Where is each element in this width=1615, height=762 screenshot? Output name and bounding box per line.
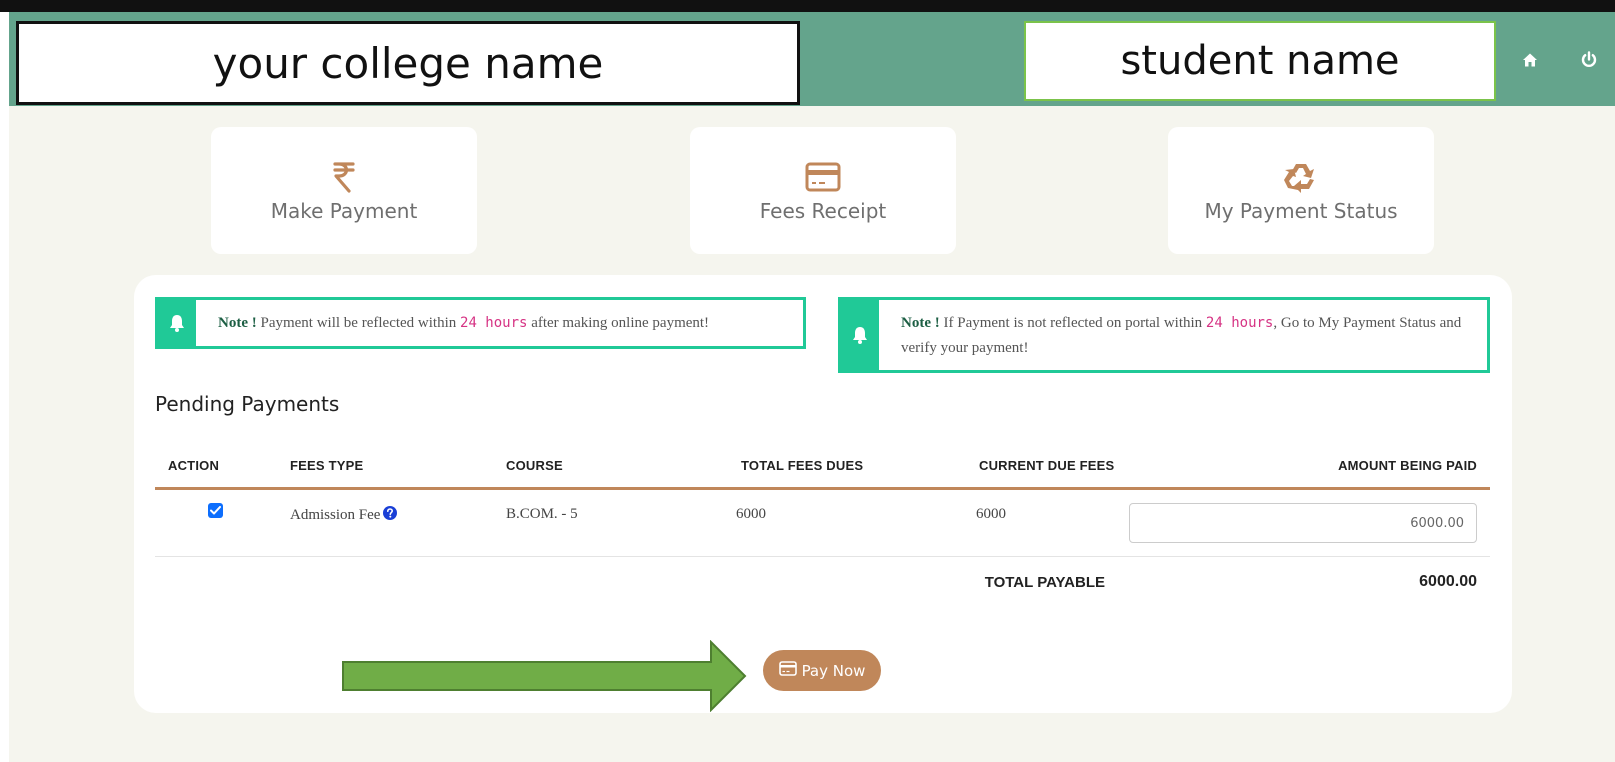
college-name: your college name — [16, 21, 800, 105]
total-payable-value: 6000.00 — [1419, 573, 1477, 590]
pending-payments-title: Pending Payments — [155, 392, 340, 416]
note-highlight: 24 hours — [1205, 315, 1274, 331]
fees-type-value: Admission Fee — [290, 507, 381, 523]
recycle-icon — [1284, 159, 1318, 195]
home-icon[interactable] — [1518, 48, 1542, 72]
course-cell: B.COM. - 5 — [506, 506, 578, 522]
note-text-left: Note ! Payment will be reflected within … — [196, 300, 731, 346]
fees-receipt-label: Fees Receipt — [759, 198, 887, 223]
fees-type-cell: Admission Fee — [290, 506, 398, 525]
total-fees-dues-cell: 6000 — [736, 506, 766, 522]
top-strip — [0, 0, 1615, 12]
power-icon[interactable] — [1577, 48, 1601, 72]
student-name: student name — [1024, 21, 1496, 101]
column-header-fees-type: FEES TYPE — [290, 458, 364, 473]
fees-receipt-tile[interactable]: Fees Receipt — [690, 127, 956, 254]
pay-now-button[interactable]: Pay Now — [763, 650, 881, 691]
help-icon[interactable] — [383, 506, 398, 525]
column-header-current-due-fees: CURRENT DUE FEES — [979, 458, 1115, 473]
payment-status-label: My Payment Status — [1204, 198, 1398, 223]
note-text-end: after making online payment! — [527, 315, 710, 331]
rupee-icon — [333, 159, 355, 195]
credit-card-icon — [805, 159, 841, 195]
pay-now-label: Pay Now — [801, 661, 866, 680]
annotation-arrow — [342, 640, 747, 712]
note-highlight: 24 hours — [460, 315, 528, 331]
payment-status-tile[interactable]: My Payment Status — [1168, 127, 1434, 254]
current-due-fees-cell: 6000 — [976, 506, 1006, 522]
column-header-total-fees-dues: TOTAL FEES DUES — [741, 458, 864, 473]
bell-icon — [841, 300, 879, 370]
note-text: Payment will be reflected within — [256, 315, 461, 331]
total-payable-label: TOTAL PAYABLE — [984, 574, 1105, 591]
note-text: If Payment is not reflected on portal wi… — [939, 315, 1206, 331]
table-header-divider — [155, 487, 1490, 490]
column-header-course: COURSE — [506, 458, 563, 473]
amount-being-paid-input[interactable] — [1129, 503, 1477, 543]
note-label: Note ! — [901, 315, 940, 331]
table-row-divider — [155, 556, 1490, 557]
make-payment-tile[interactable]: Make Payment — [211, 127, 477, 254]
row-select-checkbox[interactable] — [208, 503, 223, 518]
note-alert-right: Note ! If Payment is not reflected on po… — [838, 297, 1490, 373]
make-payment-label: Make Payment — [270, 198, 418, 223]
column-header-amount-being-paid: AMOUNT BEING PAID — [1338, 458, 1477, 473]
bell-icon — [158, 300, 196, 346]
credit-card-icon — [778, 661, 797, 680]
note-label: Note ! — [218, 315, 257, 331]
note-text-right: Note ! If Payment is not reflected on po… — [879, 300, 1487, 370]
note-alert-left: Note ! Payment will be reflected within … — [155, 297, 806, 349]
column-header-action: ACTION — [168, 458, 220, 473]
